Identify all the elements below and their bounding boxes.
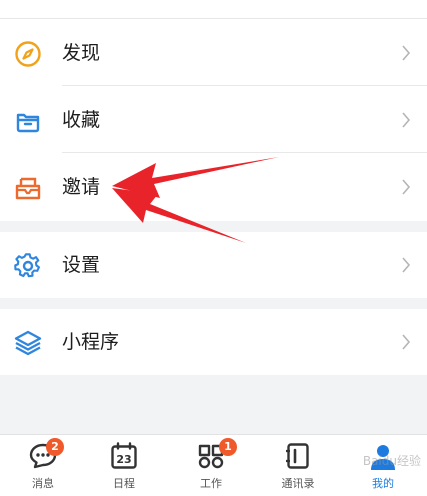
top-divider (0, 18, 427, 19)
unread-badge: 2 (46, 438, 64, 456)
menu-item-label: 小程序 (62, 331, 120, 353)
menu-item-label: 发现 (62, 42, 101, 64)
menu-item-label: 设置 (62, 254, 101, 276)
inbox-icon (15, 177, 41, 200)
menu-item-label: 邀请 (62, 176, 101, 198)
menu-item-label: 收藏 (62, 109, 101, 131)
menu-group-settings: 设置 (0, 232, 427, 298)
tab-label: 通讯录 (281, 477, 315, 490)
menu-group-main: 发现 收藏 邀请 (0, 0, 427, 221)
watermark: Baidu经验 (362, 454, 421, 468)
row-divider (62, 152, 427, 153)
chevron-right-icon (402, 179, 411, 195)
profile-page: 发现 收藏 邀请 设置 小程序 2 消息 23 日程 1 工作 通讯录 我的 B… (0, 0, 427, 496)
gear-icon (14, 253, 40, 278)
menu-item-invite[interactable]: 邀请 (0, 154, 427, 220)
tab-label: 日程 (113, 477, 135, 490)
tab-work[interactable]: 1 工作 (168, 435, 254, 496)
chevron-right-icon (402, 334, 411, 350)
chevron-right-icon (402, 112, 411, 128)
compass-icon (15, 41, 41, 67)
chevron-right-icon (402, 257, 411, 273)
layers-icon (14, 330, 42, 356)
tab-messages[interactable]: 2 消息 (0, 435, 86, 496)
tab-label: 消息 (32, 477, 54, 490)
contacts-book-icon (286, 443, 309, 469)
tab-calendar[interactable]: 23 日程 (81, 435, 167, 496)
calendar-icon: 23 (111, 442, 137, 469)
row-divider (62, 85, 427, 86)
tab-label: 我的 (372, 477, 394, 490)
menu-item-settings[interactable]: 设置 (0, 232, 427, 298)
menu-item-favorites[interactable]: 收藏 (0, 87, 427, 153)
menu-group-miniprogram: 小程序 (0, 309, 427, 375)
menu-item-mini-program[interactable]: 小程序 (0, 309, 427, 375)
folder-icon (16, 113, 40, 133)
tab-label: 工作 (200, 477, 222, 490)
tab-contacts[interactable]: 通讯录 (255, 435, 341, 496)
calendar-day: 23 (116, 453, 131, 466)
chevron-right-icon (402, 45, 411, 61)
menu-item-discover[interactable]: 发现 (0, 20, 427, 86)
unread-badge: 1 (219, 438, 237, 456)
